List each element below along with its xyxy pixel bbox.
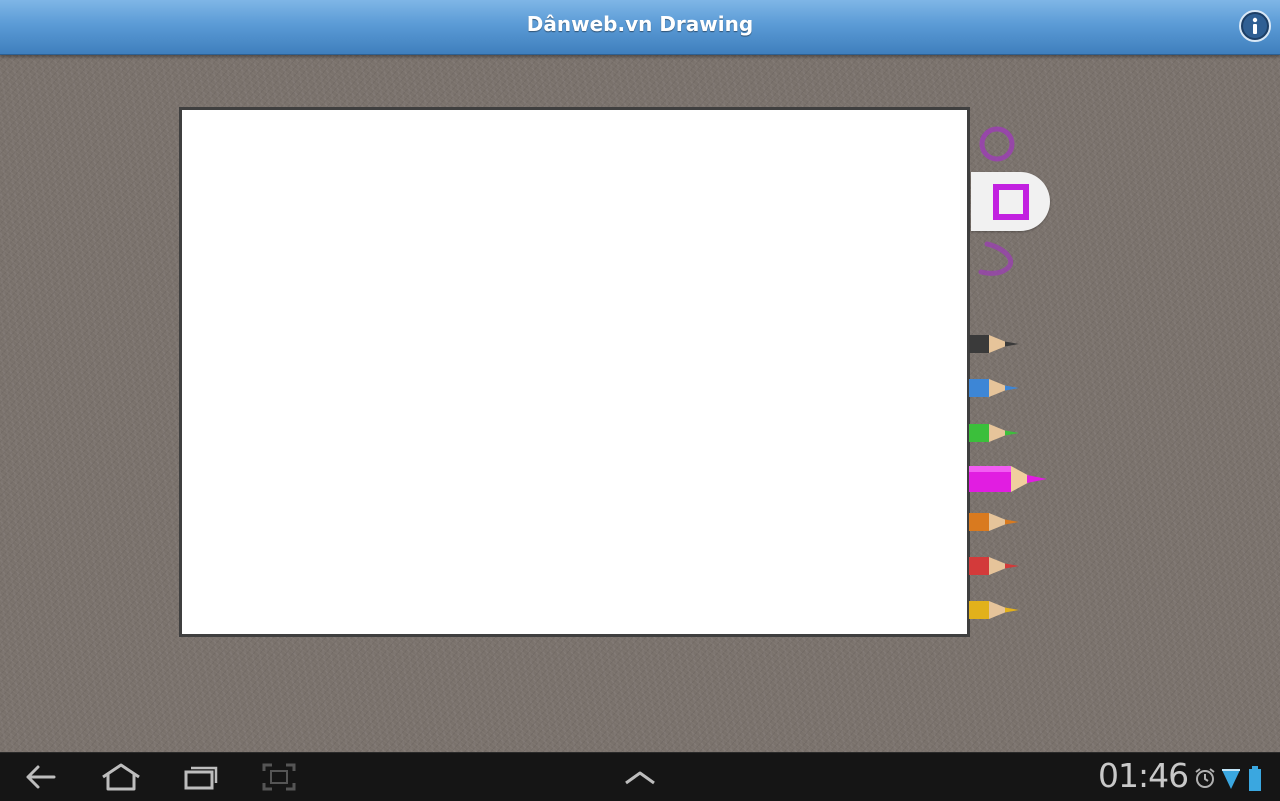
screenshot-icon	[262, 763, 296, 791]
pencil-blue[interactable]	[969, 373, 1023, 403]
pencil-icon	[969, 335, 1019, 353]
pencil-magenta-selected[interactable]	[969, 463, 1049, 493]
pencil-green[interactable]	[969, 418, 1023, 448]
alarm-icon	[1195, 768, 1215, 788]
freehand-tool-button[interactable]	[975, 238, 1019, 282]
wifi-status	[1221, 767, 1241, 795]
pencil-black[interactable]	[969, 329, 1023, 359]
rectangle-icon	[993, 184, 1029, 220]
expand-button[interactable]	[622, 765, 658, 793]
info-button[interactable]	[1239, 10, 1271, 42]
pencil-icon	[969, 601, 1019, 619]
app-title: Dânweb.vn Drawing	[526, 12, 754, 36]
rectangle-tool-button[interactable]	[990, 181, 1032, 223]
chevron-up-icon	[625, 771, 655, 785]
home-button[interactable]	[100, 761, 142, 797]
pencil-icon	[969, 557, 1019, 575]
action-bar: Dânweb.vn Drawing	[0, 0, 1280, 55]
pencil-orange[interactable]	[969, 507, 1023, 537]
recent-apps-icon	[184, 766, 218, 790]
home-icon	[102, 763, 140, 791]
back-button[interactable]	[22, 761, 58, 797]
pencil-red[interactable]	[969, 551, 1023, 581]
status-clock[interactable]: 01:46	[1098, 756, 1189, 795]
wifi-icon	[1222, 769, 1240, 789]
pencil-icon	[969, 424, 1019, 442]
alarm-status	[1193, 766, 1217, 794]
drawing-canvas[interactable]	[179, 107, 970, 637]
system-nav-bar: 01:46	[0, 752, 1280, 801]
battery-icon	[1249, 766, 1261, 791]
battery-status	[1248, 766, 1262, 796]
recent-apps-button[interactable]	[183, 761, 219, 797]
pencil-icon	[969, 466, 1047, 492]
pencil-icon	[969, 379, 1019, 397]
freehand-icon	[978, 241, 1014, 276]
circle-icon	[979, 126, 1015, 162]
back-icon	[26, 765, 56, 789]
screenshot-button[interactable]	[262, 761, 296, 797]
pencil-yellow[interactable]	[969, 595, 1023, 625]
pencil-icon	[969, 513, 1019, 531]
circle-tool-button[interactable]	[975, 122, 1019, 166]
info-icon	[1239, 10, 1271, 42]
